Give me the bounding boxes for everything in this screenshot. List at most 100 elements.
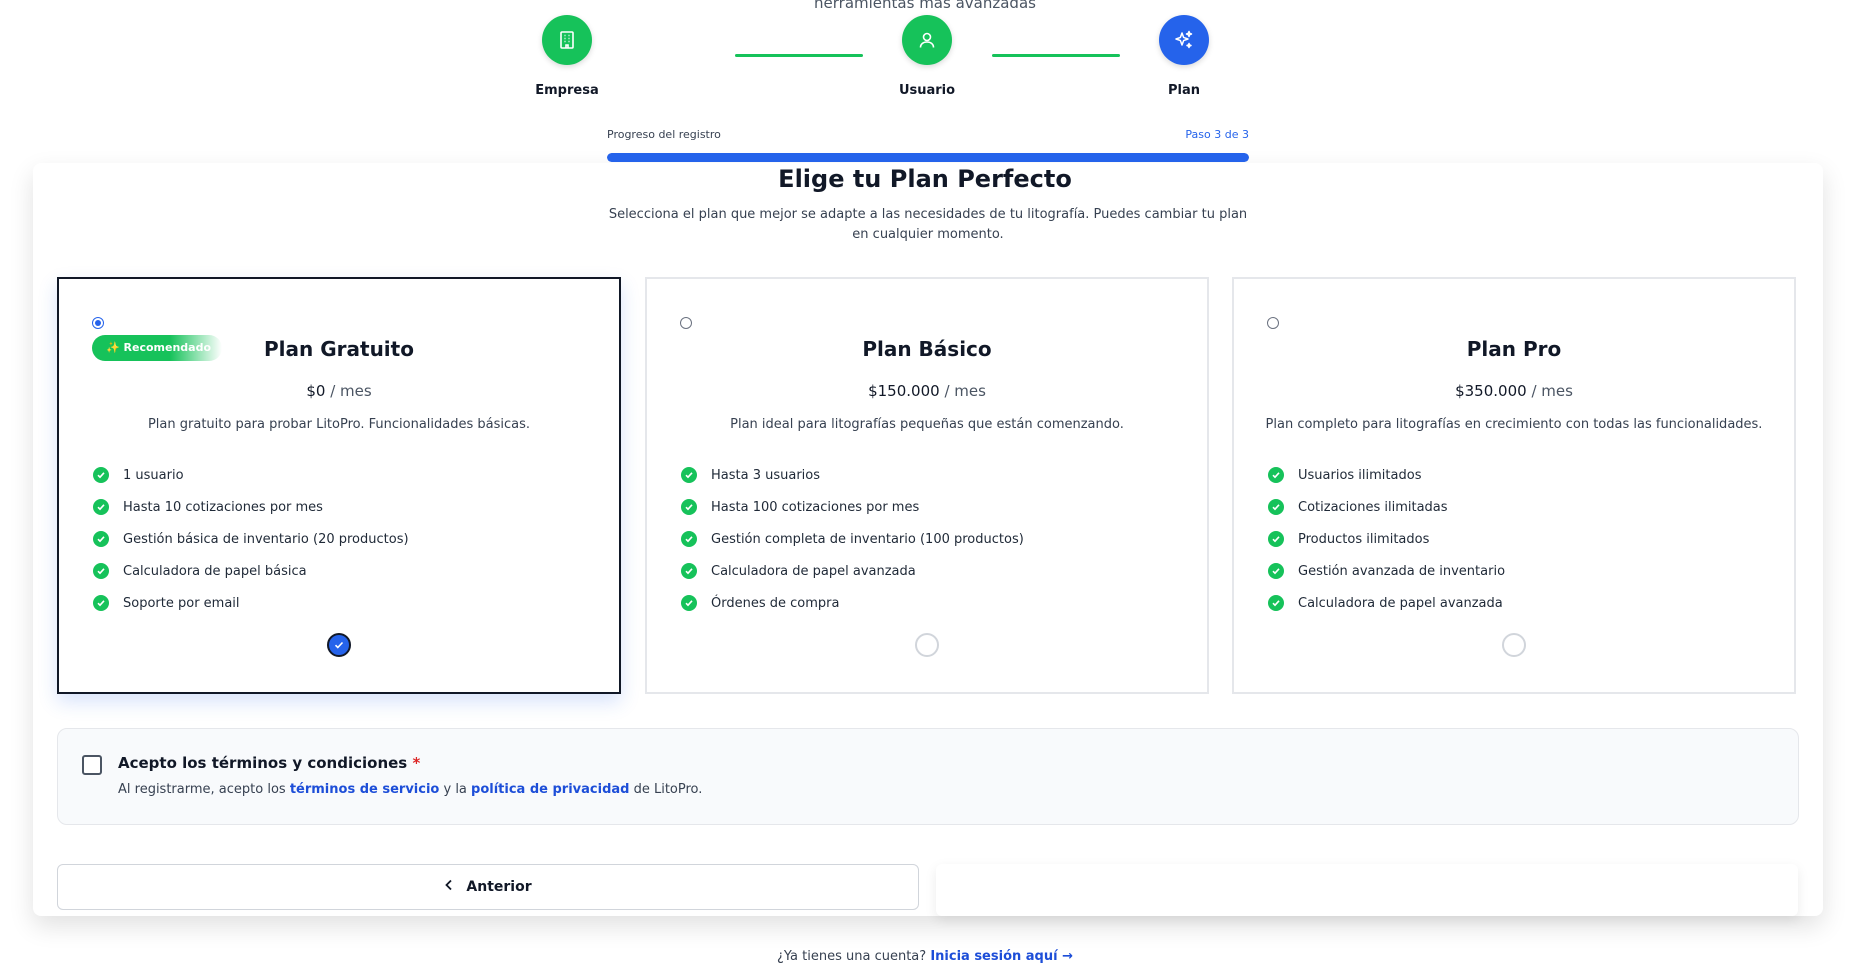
login-prompt: ¿Ya tienes una cuenta? Inicia sesión aqu… [0,949,1850,964]
check-circle-icon [93,595,109,611]
price-period: / mes [330,382,372,400]
feature-text: Calculadora de papel avanzada [1298,595,1503,611]
plan-radio[interactable] [92,317,104,329]
feature-item: Calculadora de papel básica [93,555,409,587]
step-label: Plan [1167,83,1200,98]
terms-text: Al registrarme, acepto los términos de s… [118,782,702,797]
plan-card-basico[interactable]: Plan Básico $150.000 / mes Plan ideal pa… [645,277,1209,694]
checkmark-icon [334,641,344,649]
feature-list: Usuarios ilimitados Cotizaciones ilimita… [1268,459,1505,619]
feature-item: Soporte por email [93,587,409,619]
feature-item: 1 usuario [93,459,409,491]
terms-title-text: Acepto los términos y condiciones [118,754,408,772]
feature-text: Usuarios ilimitados [1298,467,1422,483]
progress-bar [607,153,1249,162]
step-label: Usuario [898,83,956,98]
feature-text: Hasta 3 usuarios [711,467,821,483]
terms-text-after: de LitoPro. [629,782,703,797]
feature-item: Gestión completa de inventario (100 prod… [681,523,1024,555]
price-period: / mes [944,382,986,400]
previous-button[interactable]: Anterior [57,864,919,910]
login-link[interactable]: Inicia sesión aquí → [930,949,1073,964]
feature-item: Calculadora de papel avanzada [681,555,1024,587]
sparkles-icon [1159,15,1209,65]
price-amount: $350.000 [1455,382,1527,400]
feature-item: Hasta 100 cotizaciones por mes [681,491,1024,523]
check-circle-icon [1268,499,1284,515]
plan-card-gratuito[interactable]: ✨ Recomendado Plan Gratuito $0 / mes Pla… [57,277,621,694]
feature-item: Hasta 10 cotizaciones por mes [93,491,409,523]
building-icon [542,15,592,65]
plan-price: $0 / mes [59,382,619,400]
feature-list: 1 usuario Hasta 10 cotizaciones por mes … [93,459,409,619]
check-circle-icon [93,563,109,579]
plan-select-indicator[interactable] [915,633,939,657]
terms-section: Acepto los términos y condiciones * Al r… [57,728,1799,825]
plan-card-pro[interactable]: Plan Pro $350.000 / mes Plan completo pa… [1232,277,1796,694]
feature-item: Gestión básica de inventario (20 product… [93,523,409,555]
user-icon [902,15,952,65]
check-circle-icon [1268,595,1284,611]
login-question: ¿Ya tienes una cuenta? [777,949,927,964]
feature-item: Hasta 3 usuarios [681,459,1024,491]
check-circle-icon [681,531,697,547]
page-subtitle: Selecciona el plan que mejor se adapte a… [608,207,1248,242]
top-note: herramientas más avanzadas [814,0,1036,12]
progress-step-text: Paso 3 de 3 [1185,128,1249,141]
previous-button-label: Anterior [466,879,532,895]
feature-item: Órdenes de compra [681,587,1024,619]
check-circle-icon [1268,467,1284,483]
check-circle-icon [681,563,697,579]
feature-item: Usuarios ilimitados [1268,459,1505,491]
step-plan: Plan [1114,15,1254,98]
privacy-policy-link[interactable]: política de privacidad [471,782,629,797]
plan-name: Plan Básico [862,337,992,361]
plan-radio[interactable] [680,317,692,329]
terms-text-middle: y la [439,782,472,797]
feature-text: Órdenes de compra [711,595,840,611]
plan-radio[interactable] [1267,317,1279,329]
check-circle-icon [681,499,697,515]
feature-item: Gestión avanzada de inventario [1268,555,1505,587]
feature-text: Gestión avanzada de inventario [1298,563,1506,579]
feature-list: Hasta 3 usuarios Hasta 100 cotizaciones … [681,459,1024,619]
progress-header: Progreso del registro Paso 3 de 3 [607,128,1249,141]
feature-item: Cotizaciones ilimitadas [1268,491,1505,523]
progress-label: Progreso del registro [607,128,721,141]
feature-item: Productos ilimitados [1268,523,1505,555]
price-amount: $0 [306,382,326,400]
check-circle-icon [93,531,109,547]
plan-select-indicator[interactable] [1502,633,1526,657]
feature-text: Gestión básica de inventario (20 product… [123,531,409,547]
required-mark: * [412,754,421,772]
step-connector [992,54,1120,57]
step-label: Empresa [535,83,599,98]
check-circle-icon [1268,563,1284,579]
next-button-area[interactable] [936,864,1798,916]
plan-description: Plan gratuito para probar LitoPro. Funci… [147,417,531,432]
price-amount: $150.000 [868,382,940,400]
chevron-left-icon [444,879,454,895]
progress-bar-fill [607,153,1249,162]
terms-text-before: Al registrarme, acepto los [118,782,290,797]
check-circle-icon [681,467,697,483]
plan-select-indicator[interactable] [327,633,351,657]
step-connector [735,54,863,57]
feature-text: Cotizaciones ilimitadas [1298,499,1448,515]
feature-text: Soporte por email [123,595,240,611]
step-empresa: Empresa [497,15,637,98]
check-circle-icon [681,595,697,611]
plan-price: $150.000 / mes [647,382,1207,400]
price-period: / mes [1531,382,1573,400]
terms-title: Acepto los términos y condiciones * [118,754,420,772]
feature-text: Productos ilimitados [1298,531,1430,547]
feature-text: Calculadora de papel avanzada [711,563,916,579]
feature-text: Hasta 100 cotizaciones por mes [711,499,920,515]
check-circle-icon [93,467,109,483]
plan-name: Plan Pro [1466,337,1562,361]
plan-price: $350.000 / mes [1234,382,1794,400]
feature-text: Hasta 10 cotizaciones por mes [123,499,323,515]
terms-of-service-link[interactable]: términos de servicio [290,782,440,797]
terms-checkbox[interactable] [82,755,102,775]
feature-item: Calculadora de papel avanzada [1268,587,1505,619]
